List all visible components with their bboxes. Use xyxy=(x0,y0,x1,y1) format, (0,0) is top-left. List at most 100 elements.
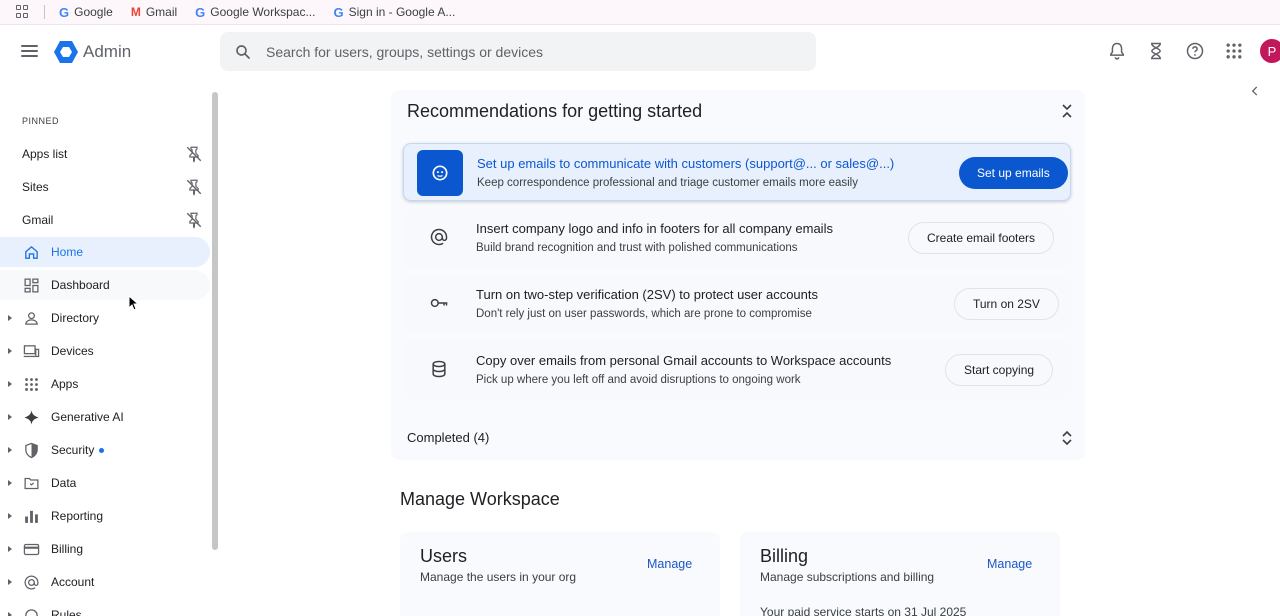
expand-caret-icon[interactable] xyxy=(8,612,12,616)
pinned-item-sites[interactable]: Sites xyxy=(0,172,210,202)
app-title: Admin xyxy=(83,42,132,61)
expand-caret-icon[interactable] xyxy=(8,414,12,420)
pinned-item-label: Apps list xyxy=(22,147,68,161)
card-title: Billing xyxy=(760,546,809,566)
avatar[interactable]: P xyxy=(1260,39,1280,63)
help-icon[interactable] xyxy=(1185,41,1205,61)
turn-on-2sv-button[interactable]: Turn on 2SV xyxy=(954,288,1059,320)
bookmark-label: Google Workspac... xyxy=(210,5,316,19)
expand-caret-icon[interactable] xyxy=(8,315,12,321)
apps-grid-icon[interactable] xyxy=(16,5,30,19)
shield-icon xyxy=(25,442,38,459)
status-badge xyxy=(99,448,104,453)
sidebar-scrollbar[interactable] xyxy=(212,92,218,550)
sidebar-item-label: Security xyxy=(51,443,95,457)
menu-icon[interactable] xyxy=(21,45,38,57)
sidebar-item-billing[interactable]: Billing xyxy=(0,534,210,564)
billing-card: Billing Manage subscriptions and billing… xyxy=(740,532,1060,616)
sidebar-item-data[interactable]: Data xyxy=(0,468,210,498)
expand-caret-icon[interactable] xyxy=(8,579,12,585)
recommendation-title: Turn on two-step verification (2SV) to p… xyxy=(476,287,819,302)
sidebar-item-apps[interactable]: Apps xyxy=(0,369,210,399)
sidebar-item-label: Directory xyxy=(51,311,100,325)
recommendations-title: Recommendations for getting started xyxy=(407,101,703,121)
rules-icon xyxy=(25,609,38,616)
bookmark-google[interactable]: G Google xyxy=(59,5,113,20)
admin-logo-icon[interactable] xyxy=(54,41,78,63)
google-g-icon: G xyxy=(59,4,70,20)
pinned-section-label: PINNED xyxy=(22,116,60,126)
expand-caret-icon[interactable] xyxy=(8,447,12,453)
recommendation-item[interactable]: Copy over emails from personal Gmail acc… xyxy=(403,341,1071,399)
recommendation-item[interactable]: Set up emails to communicate with custom… xyxy=(403,143,1071,201)
create-email-footers-button[interactable]: Create email footers xyxy=(908,222,1055,254)
manage-billing-link[interactable]: Manage xyxy=(987,557,1032,571)
hourglass-icon[interactable] xyxy=(1146,41,1166,61)
at-sign-icon xyxy=(430,228,448,246)
sidebar-item-account[interactable]: Account xyxy=(0,567,210,597)
bookmark-separator xyxy=(44,5,45,19)
sidebar-item-label: Account xyxy=(51,575,95,589)
collapse-chevron-icon[interactable] xyxy=(1061,103,1073,119)
manage-workspace-title: Manage Workspace xyxy=(400,489,560,509)
sidebar-item-generative-ai[interactable]: Generative AI xyxy=(0,402,210,432)
recommendation-item[interactable]: Turn on two-step verification (2SV) to p… xyxy=(403,275,1071,333)
completed-section-toggle[interactable]: Completed (4) xyxy=(407,430,489,445)
manage-users-link[interactable]: Manage xyxy=(647,557,692,571)
bookmark-google-workspace[interactable]: G Google Workspac... xyxy=(195,5,315,20)
bookmarks-bar: G Google M Gmail G Google Workspac... G Sign… xyxy=(0,0,1280,25)
expand-caret-icon[interactable] xyxy=(8,546,12,552)
set-up-emails-button[interactable]: Set up emails xyxy=(959,157,1068,189)
recommendation-subtitle: Build brand recognition and trust with p… xyxy=(476,242,798,254)
start-copying-button[interactable]: Start copying xyxy=(945,354,1054,386)
unpin-icon[interactable] xyxy=(185,211,203,229)
expand-caret-icon[interactable] xyxy=(8,381,12,387)
pinned-item-gmail[interactable]: Gmail xyxy=(0,205,210,235)
mouse-cursor-icon xyxy=(128,295,140,311)
recommendation-subtitle: Keep correspondence professional and tri… xyxy=(477,177,858,189)
sidebar-item-label: Billing xyxy=(51,542,84,556)
expand-chevron-icon[interactable] xyxy=(1061,430,1073,446)
sidebar-item-security[interactable]: Security xyxy=(0,435,210,465)
bookmark-sign-in[interactable]: G Sign in - Google A... xyxy=(333,5,455,20)
expand-caret-icon[interactable] xyxy=(8,480,12,486)
sidebar-item-devices[interactable]: Devices xyxy=(0,336,210,366)
key-icon xyxy=(430,298,448,308)
sidebar-item-label: Rules xyxy=(51,608,82,616)
card-subtitle: Manage subscriptions and billing xyxy=(760,570,935,584)
chevron-left-icon[interactable] xyxy=(1248,84,1262,98)
card-subtitle: Manage the users in your org xyxy=(420,570,577,584)
recommendation-subtitle: Don't rely just on user passwords, which… xyxy=(476,308,812,320)
sidebar-item-label: Dashboard xyxy=(51,278,110,292)
support-agent-icon xyxy=(417,150,463,196)
expand-caret-icon[interactable] xyxy=(8,513,12,519)
person-icon xyxy=(25,312,38,325)
app-header: Admin P xyxy=(0,25,1280,79)
recommendation-title: Set up emails to communicate with custom… xyxy=(477,156,895,171)
sidebar-item-rules[interactable]: Rules xyxy=(0,600,210,616)
credit-card-icon xyxy=(23,543,40,556)
sidebar-item-dashboard[interactable]: Dashboard xyxy=(0,270,210,300)
bell-icon[interactable] xyxy=(1107,41,1127,61)
apps-grid-icon xyxy=(25,378,38,391)
bookmark-gmail[interactable]: M Gmail xyxy=(131,5,177,19)
search-input[interactable] xyxy=(266,43,766,60)
apps-grid-icon[interactable] xyxy=(1224,41,1244,61)
sidebar-item-home[interactable]: Home xyxy=(0,237,210,267)
recommendation-item[interactable]: Insert company logo and info in footers … xyxy=(403,209,1071,267)
at-sign-icon xyxy=(24,575,39,590)
card-title: Users xyxy=(420,546,468,566)
pinned-item-apps-list[interactable]: Apps list xyxy=(0,139,210,169)
search-bar[interactable] xyxy=(220,32,816,71)
sidebar-item-reporting[interactable]: Reporting xyxy=(0,501,210,531)
expand-caret-icon[interactable] xyxy=(8,348,12,354)
sparkle-icon xyxy=(24,410,39,425)
pinned-item-label: Gmail xyxy=(22,213,54,227)
sidebar-item-directory[interactable]: Directory xyxy=(0,303,210,333)
sidebar-item-label: Apps xyxy=(51,377,79,391)
unpin-icon[interactable] xyxy=(185,178,203,196)
sidebar-item-label: Home xyxy=(51,245,84,259)
bookmark-label: Gmail xyxy=(145,5,178,19)
unpin-icon[interactable] xyxy=(185,145,203,163)
google-g-icon: G xyxy=(195,4,206,20)
